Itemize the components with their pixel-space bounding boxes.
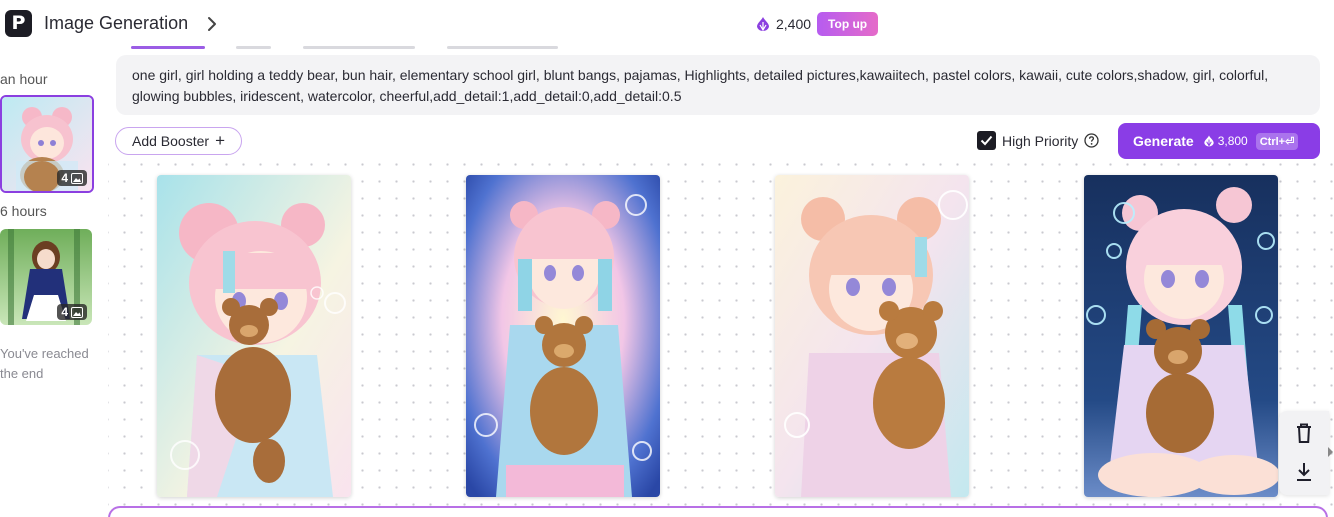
credits-icon — [1204, 135, 1214, 147]
tab-indicator[interactable] — [236, 46, 271, 49]
help-icon[interactable] — [1084, 133, 1099, 148]
keyboard-shortcut-badge: Ctrl+⏎ — [1255, 132, 1299, 150]
tab-indicator-active[interactable] — [131, 46, 205, 49]
image-count-badge: 4 — [57, 170, 87, 186]
bottom-panel — [108, 506, 1328, 517]
page-title: Image Generation — [44, 13, 189, 33]
image-count: 4 — [61, 305, 68, 319]
history-sidebar: an hour 4 6 hours 4 You've reached the e… — [0, 48, 108, 517]
anime-girl-teddy-image — [1084, 175, 1278, 497]
credits-icon — [757, 17, 769, 32]
generated-image-4[interactable] — [1084, 175, 1278, 497]
prompt-textarea[interactable]: one girl, girl holding a teddy bear, bun… — [116, 55, 1320, 115]
history-thumbnail[interactable]: 4 — [0, 95, 94, 193]
history-time-label: an hour — [0, 71, 48, 87]
anime-girl-teddy-image — [775, 175, 969, 497]
generated-image-1[interactable] — [157, 175, 351, 497]
top-bar: P Image Generation 2,400 Top up — [0, 0, 1334, 48]
credits-value: 2,400 — [776, 16, 812, 32]
history-time-label: 6 hours — [0, 203, 47, 219]
app-logo[interactable]: P — [5, 10, 32, 37]
high-priority-checkbox[interactable] — [977, 131, 996, 150]
image-count: 4 — [61, 171, 68, 185]
anime-girl-teddy-image — [157, 175, 351, 497]
tab-indicator[interactable] — [303, 46, 415, 49]
image-icon — [71, 172, 83, 184]
high-priority-label: High Priority — [1002, 132, 1079, 149]
chevron-right-icon[interactable] — [204, 14, 220, 34]
download-icon[interactable] — [1294, 461, 1314, 483]
plus-icon: + — [215, 131, 225, 150]
generate-button[interactable]: Generate 3,800 Ctrl+⏎ — [1118, 123, 1320, 159]
generate-label: Generate — [1133, 133, 1194, 149]
add-booster-label: Add Booster — [132, 133, 210, 149]
image-actions-panel — [1279, 411, 1329, 495]
generated-image-2[interactable] — [466, 175, 660, 497]
high-priority-toggle[interactable]: High Priority — [977, 131, 1099, 150]
history-end-message: You've reached the end — [0, 346, 89, 381]
generated-image-3[interactable] — [775, 175, 969, 497]
chevron-right-icon[interactable] — [1327, 445, 1334, 459]
image-canvas — [108, 163, 1334, 517]
add-booster-button[interactable]: Add Booster + — [115, 127, 242, 155]
image-count-badge: 4 — [57, 304, 87, 320]
history-thumbnail[interactable]: 4 — [0, 229, 92, 325]
image-icon — [71, 306, 83, 318]
tab-indicator[interactable] — [447, 46, 558, 49]
generate-cost: 3,800 — [1217, 134, 1248, 148]
top-up-button[interactable]: Top up — [817, 12, 879, 36]
check-icon — [980, 135, 993, 146]
anime-girl-teddy-image — [466, 175, 660, 497]
credits-display: 2,400 Top up — [754, 11, 879, 37]
trash-icon[interactable] — [1294, 422, 1314, 444]
